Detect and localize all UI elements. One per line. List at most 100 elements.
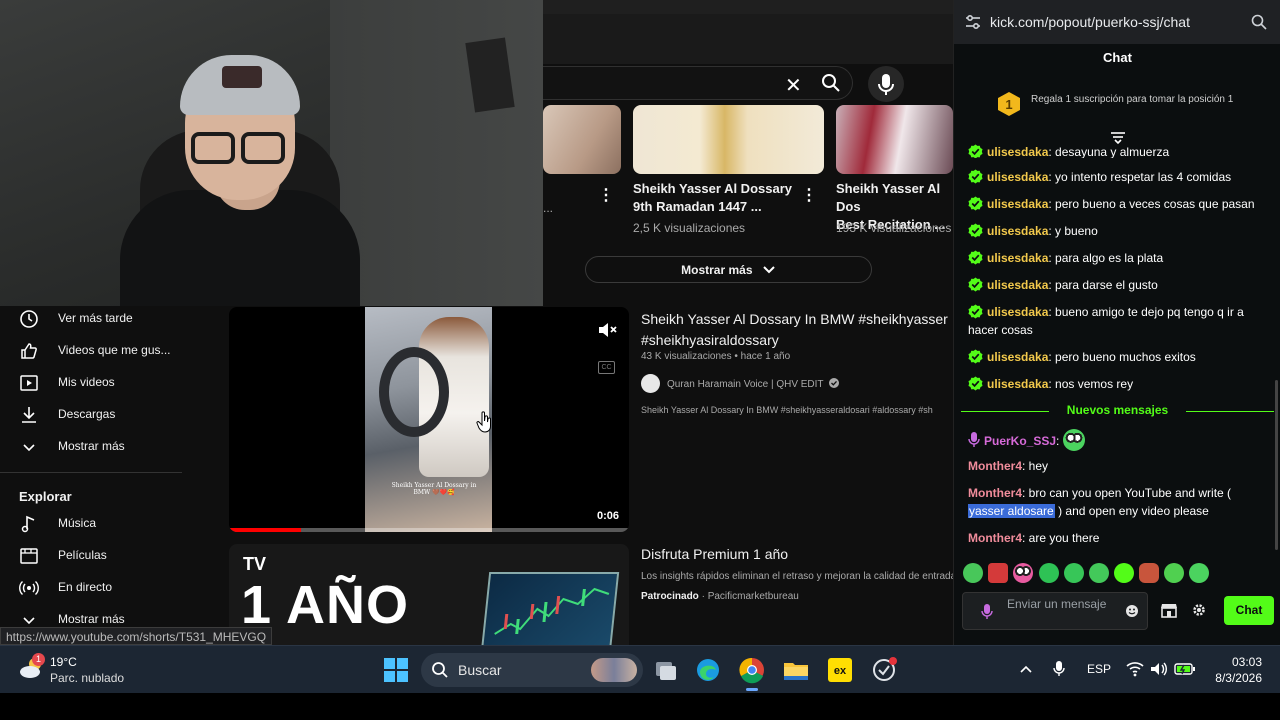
address-bar[interactable]: kick.com/popout/puerko-ssj/chat [954, 0, 1280, 44]
site-settings-icon[interactable] [964, 14, 982, 30]
send-chat-button[interactable]: Chat [1224, 596, 1274, 625]
taskbar-search[interactable]: Buscar [421, 653, 643, 687]
emote-icon [1062, 429, 1085, 451]
emote-icon[interactable] [988, 563, 1008, 583]
chevron-up-icon[interactable] [1020, 664, 1032, 674]
streaming-app-icon[interactable] [870, 656, 898, 684]
more-options-icon[interactable]: ⋮ [801, 186, 817, 206]
show-more-button[interactable]: Mostrar más [585, 256, 872, 283]
hand-cursor-icon [476, 411, 491, 433]
result-title[interactable]: Sheikh Yasser Al Dossary In BMW #sheikhy… [641, 309, 953, 351]
ad-title[interactable]: Disfruta Premium 1 año [641, 546, 788, 562]
result-title-line2: #sheikhyasiraldossary [641, 332, 779, 348]
file-explorer-icon[interactable] [782, 656, 810, 684]
chat-username[interactable]: ulisesdaka [987, 278, 1048, 292]
microphone-tray-icon[interactable] [1053, 660, 1065, 678]
ad-logo: TV [243, 554, 267, 574]
more-options-icon[interactable]: ⋮ [598, 186, 614, 206]
weather-temperature[interactable]: 19°C [50, 655, 77, 669]
sidebar-item-live[interactable]: En directo [0, 573, 228, 603]
chat-username[interactable]: Monther4 [968, 459, 1022, 473]
chat-text: nos vemos rey [1055, 377, 1134, 391]
store-icon[interactable] [1160, 601, 1178, 619]
search-icon [432, 662, 448, 678]
emote-icon[interactable] [1114, 563, 1134, 583]
ad-sponsored-line: Patrocinado · Pacificmarketbureau [641, 591, 799, 602]
sidebar-item-liked-videos[interactable]: Videos que me gus... [0, 336, 228, 366]
search-input[interactable]: ✕ [543, 66, 853, 100]
closed-captions-button[interactable]: CC [598, 361, 615, 374]
chat-text: y bueno [1055, 224, 1098, 238]
volume-icon[interactable] [1150, 661, 1168, 677]
battery-charging-icon[interactable] [1174, 661, 1196, 677]
download-icon [22, 407, 36, 423]
chat-message-input[interactable]: Enviar un mensaje [962, 592, 1148, 630]
edge-browser-icon[interactable] [694, 656, 722, 684]
emote-icon[interactable] [1013, 563, 1033, 583]
sidebar-item-show-more[interactable]: Mostrar más [0, 432, 228, 462]
video-thumbnail[interactable] [836, 105, 953, 174]
ad-thumbnail[interactable]: TV 1 AÑO [229, 544, 629, 645]
sidebar-item-label: En directo [58, 580, 113, 594]
sidebar-item-movies[interactable]: Películas [0, 541, 228, 571]
clock-date[interactable]: 8/3/2026 [1200, 671, 1262, 685]
video-thumbnail[interactable] [633, 105, 824, 174]
clock-time[interactable]: 03:03 [1214, 655, 1262, 669]
chat-username[interactable]: ulisesdaka [987, 251, 1048, 265]
clear-search-icon[interactable]: ✕ [785, 73, 802, 98]
emote-icon[interactable] [1164, 563, 1184, 583]
emote-icon[interactable] [1039, 563, 1059, 583]
chat-scrollbar[interactable] [1275, 380, 1278, 550]
channel-name-label: Quran Haramain Voice | QHV EDIT [667, 379, 824, 390]
muted-speaker-icon[interactable] [597, 321, 617, 339]
windows-start-icon[interactable] [384, 658, 408, 682]
emote-icon[interactable] [963, 563, 983, 583]
video-title-truncated[interactable]: ... [543, 201, 553, 215]
wifi-icon[interactable] [1126, 661, 1144, 677]
chat-username[interactable]: ulisesdaka [987, 170, 1048, 184]
channel-name[interactable]: Quran Haramain Voice | QHV EDIT [667, 378, 840, 390]
zoom-icon[interactable] [1251, 14, 1267, 30]
chat-username[interactable]: ulisesdaka [987, 305, 1048, 319]
task-view-icon[interactable] [652, 656, 680, 684]
voice-search-button[interactable] [868, 66, 904, 102]
chat-username[interactable]: ulisesdaka [987, 377, 1048, 391]
exness-app-icon[interactable]: ex [826, 656, 854, 684]
chat-message: Monther4: bro can you open YouTube and w… [968, 486, 1232, 518]
channel-avatar[interactable] [641, 374, 660, 393]
weather-alert-badge: 1 [32, 653, 45, 666]
chat-username[interactable]: ulisesdaka [987, 145, 1048, 158]
emote-icon[interactable] [1139, 563, 1159, 583]
chat-message: ulisesdaka: y bueno [968, 222, 1268, 240]
emoji-picker-icon[interactable] [1125, 604, 1139, 618]
language-indicator[interactable]: ESP [1087, 662, 1111, 676]
chat-input-placeholder: Enviar un mensaje [1007, 597, 1107, 611]
pinned-toggle-icon[interactable] [1109, 131, 1127, 145]
chrome-browser-icon[interactable] [738, 656, 766, 691]
gift-sub-rank-badge: 1 [998, 92, 1020, 116]
search-icon[interactable] [821, 73, 841, 98]
emote-icon[interactable] [1189, 563, 1209, 583]
video-thumbnail[interactable] [543, 105, 621, 174]
sidebar-item-music[interactable]: Música [0, 509, 228, 539]
sidebar-item-my-videos[interactable]: Mis videos [0, 368, 228, 398]
chat-username[interactable]: PuerKo_SSJ [984, 434, 1056, 448]
emote-icon[interactable] [1089, 563, 1109, 583]
sidebar-item-downloads[interactable]: Descargas [0, 400, 228, 430]
progress-bar[interactable] [229, 528, 301, 532]
chat-username[interactable]: ulisesdaka [987, 224, 1048, 238]
emote-icon[interactable] [1064, 563, 1084, 583]
weather-condition[interactable]: Parc. nublado [50, 671, 124, 685]
chat-username[interactable]: Monther4 [968, 486, 1022, 500]
chat-username[interactable]: Monther4 [968, 531, 1022, 545]
chat-username[interactable]: ulisesdaka [987, 350, 1048, 364]
video-title[interactable]: Sheikh Yasser Al Dossary 9th Ramadan 144… [633, 180, 803, 216]
chat-text: para algo es la plata [1055, 251, 1164, 265]
sidebar-item-watch-later[interactable]: Ver más tarde [0, 304, 228, 334]
microphone-icon[interactable] [981, 603, 993, 621]
video-player[interactable]: Sheikh Yasser Al Dossary in BMW 🤎❤️🥰 CC … [229, 307, 629, 532]
chat-username[interactable]: ulisesdaka [987, 197, 1048, 211]
verified-badge-icon [968, 277, 983, 292]
gift-sub-banner[interactable]: Regala 1 suscripción para tomar la posic… [1031, 94, 1261, 105]
settings-gear-icon[interactable] [1192, 603, 1206, 617]
